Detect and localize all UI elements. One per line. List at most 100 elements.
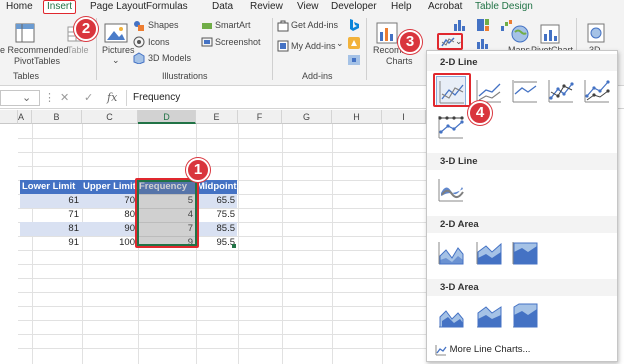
column-header-b[interactable]: B <box>32 110 82 124</box>
100-stacked-line-with-markers-thumbnail[interactable] <box>436 112 466 142</box>
tab-data[interactable]: Data <box>212 0 233 14</box>
shapes-icon[interactable] <box>133 20 145 32</box>
line-chart-icon <box>435 345 447 356</box>
3d-100-stacked-area-chart-thumbnail[interactable] <box>510 301 540 331</box>
3d-area-chart-thumbnail[interactable] <box>436 301 466 331</box>
screenshot-icon[interactable] <box>201 36 213 48</box>
shapes-label[interactable]: Shapes <box>148 20 179 30</box>
line-thumbnail-highlight <box>433 73 471 107</box>
tab-developer[interactable]: Developer <box>331 0 377 14</box>
get-addins-label[interactable]: Get Add-ins <box>291 20 338 30</box>
100-stacked-line-chart-thumbnail[interactable] <box>510 76 540 106</box>
3d-models-icon[interactable] <box>133 52 145 64</box>
cancel-icon[interactable]: ✕ <box>60 91 69 104</box>
table-cell[interactable]: 65.5 <box>195 194 237 208</box>
table-header-midpoint[interactable]: Midpoint <box>195 180 237 194</box>
3d-map-icon[interactable] <box>586 22 606 44</box>
my-addins-icon[interactable] <box>277 40 289 52</box>
pictures-label[interactable]: Pictures <box>102 45 135 55</box>
table-header-lower-limit[interactable]: Lower Limit <box>20 180 81 194</box>
table-cell[interactable]: 71 <box>20 208 81 222</box>
line-chart-icon[interactable] <box>441 36 455 48</box>
tab-formulas[interactable]: Formulas <box>146 0 188 14</box>
select-all-corner[interactable] <box>0 110 18 124</box>
store-icon[interactable] <box>277 20 289 32</box>
column-header-i[interactable]: I <box>382 110 426 124</box>
recommended-charts-label-2[interactable]: Charts <box>386 56 413 66</box>
smartart-label[interactable]: SmartArt <box>215 20 251 30</box>
icons-icon[interactable] <box>133 36 145 48</box>
table-cell[interactable]: 95.5 <box>195 236 237 250</box>
table-cell[interactable]: 100 <box>81 236 137 250</box>
column-header-a[interactable]: A <box>18 110 32 124</box>
section-2d-line: 2-D Line <box>427 54 617 71</box>
tab-insert[interactable]: Insert <box>43 0 77 14</box>
chevron-down-icon[interactable]: ⌄ <box>22 91 31 104</box>
table-cell[interactable]: 90 <box>81 222 137 236</box>
3d-stacked-area-chart-thumbnail[interactable] <box>474 301 504 331</box>
recommended-pivot-label-2[interactable]: PivotTables <box>14 56 60 66</box>
column-header-f[interactable]: F <box>238 110 282 124</box>
chevron-down-icon[interactable]: ⌄ <box>455 36 463 47</box>
pivot-table-icon[interactable] <box>14 22 36 44</box>
stacked-line-with-markers-thumbnail[interactable] <box>582 76 612 106</box>
step-callout-2: 2 <box>74 17 98 41</box>
table-cell[interactable]: 70 <box>81 194 137 208</box>
pivotchart-icon[interactable] <box>540 24 560 44</box>
my-addins-label[interactable]: My Add-ins <box>291 41 336 51</box>
fx-icon[interactable]: fx <box>107 91 117 104</box>
tab-help[interactable]: Help <box>391 0 412 14</box>
column-header-g[interactable]: G <box>282 110 332 124</box>
step-callout-1: 1 <box>186 158 210 182</box>
100-stacked-area-chart-thumbnail[interactable] <box>510 238 540 268</box>
screenshot-label[interactable]: Screenshot <box>215 37 261 47</box>
stacked-area-chart-thumbnail[interactable] <box>474 238 504 268</box>
more-line-charts-label[interactable]: More Line Charts... <box>450 343 531 357</box>
group-separator <box>366 18 367 80</box>
line-with-markers-thumbnail[interactable] <box>546 76 576 106</box>
name-box[interactable] <box>0 90 40 106</box>
hierarchy-chart-icon[interactable] <box>476 18 490 32</box>
pictures-icon[interactable] <box>104 22 128 44</box>
area-chart-thumbnail[interactable] <box>436 238 466 268</box>
table-cell[interactable]: 85.5 <box>195 222 237 236</box>
selection-highlight-box <box>135 178 199 248</box>
maps-icon[interactable] <box>510 24 530 44</box>
recommended-pivot-label[interactable]: e Recommended <box>0 45 69 55</box>
tab-page-layout[interactable]: Page Layout <box>90 0 146 14</box>
smartart-icon[interactable] <box>201 20 213 32</box>
column-header-c[interactable]: C <box>82 110 138 124</box>
recommended-charts-icon[interactable] <box>376 22 398 44</box>
step-callout-4: 4 <box>468 101 492 125</box>
table-cell[interactable]: 61 <box>20 194 81 208</box>
column-header-d[interactable]: D <box>138 110 196 124</box>
statistic-chart-icon[interactable] <box>476 36 490 50</box>
section-3d-line: 3-D Line <box>427 153 617 170</box>
table-cell[interactable]: 81 <box>20 222 81 236</box>
formula-content[interactable]: Frequency <box>126 90 426 106</box>
table-label[interactable]: Table <box>67 45 89 55</box>
chevron-down-icon[interactable]: ⌄ <box>336 38 344 49</box>
tab-home[interactable]: Home <box>6 0 33 14</box>
column-header-h[interactable]: H <box>332 110 382 124</box>
people-graph-icon[interactable] <box>347 36 361 50</box>
table-cell[interactable]: 91 <box>20 236 81 250</box>
tab-acrobat[interactable]: Acrobat <box>428 0 462 14</box>
enter-icon[interactable]: ✓ <box>84 91 93 104</box>
tab-view[interactable]: View <box>297 0 319 14</box>
more-line-charts-link[interactable]: More Line Charts... <box>435 343 530 357</box>
table-cell[interactable]: 80 <box>81 208 137 222</box>
column-header-e[interactable]: E <box>196 110 238 124</box>
icons-label[interactable]: Icons <box>148 37 170 47</box>
column-chart-icon[interactable] <box>452 18 466 32</box>
3d-models-label[interactable]: 3D Models <box>148 53 191 63</box>
bing-icon[interactable] <box>347 18 361 32</box>
table-header-upper-limit[interactable]: Upper Limit <box>81 180 137 194</box>
tab-review[interactable]: Review <box>250 0 283 14</box>
chevron-down-icon[interactable]: ⌄ <box>112 55 120 66</box>
fill-handle[interactable] <box>232 244 236 248</box>
visio-icon[interactable] <box>347 54 361 66</box>
tab-table-design[interactable]: Table Design <box>475 0 533 14</box>
3d-line-chart-thumbnail[interactable] <box>436 175 466 205</box>
table-cell[interactable]: 75.5 <box>195 208 237 222</box>
